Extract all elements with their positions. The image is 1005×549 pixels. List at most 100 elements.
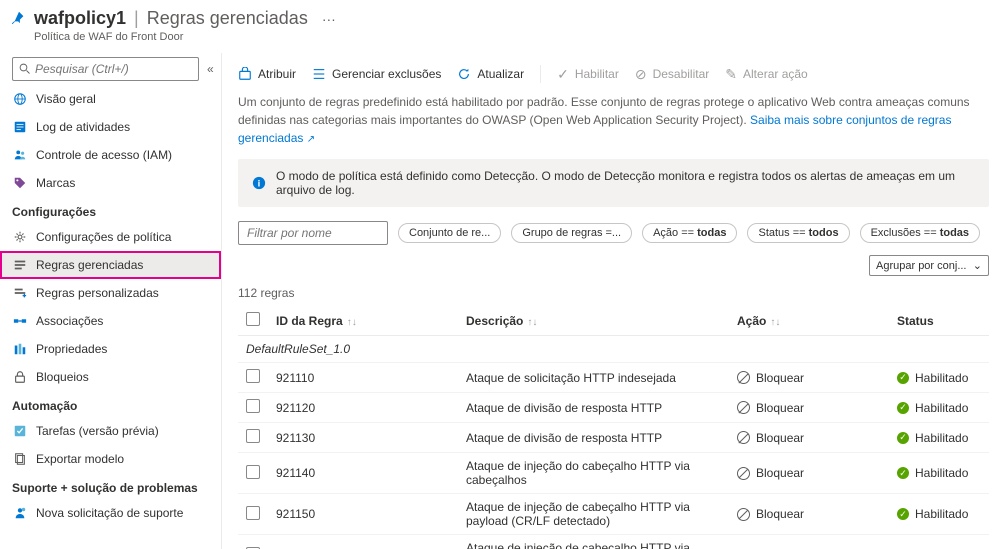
sidebar-item-label: Bloqueios (36, 370, 89, 384)
name-filter-input[interactable] (238, 221, 388, 245)
action-filter-pill[interactable]: Ação == todas (642, 223, 737, 243)
refresh-button[interactable]: Atualizar (457, 67, 524, 81)
sidebar-item[interactable]: Log de atividades (0, 113, 221, 141)
block-icon (737, 508, 750, 521)
status-label: Habilitado (915, 466, 968, 480)
collapse-sidebar-icon[interactable]: « (203, 58, 218, 80)
sidebar-item-label: Log de atividades (36, 120, 130, 134)
pin-icon[interactable] (12, 10, 26, 24)
block-icon (737, 467, 750, 480)
lock-icon (12, 369, 28, 385)
sort-icon: ↑↓ (527, 317, 537, 328)
block-icon (737, 371, 750, 384)
sidebar-item[interactable]: Tarefas (versão prévia) (0, 417, 221, 445)
sidebar-item-label: Visão geral (36, 92, 96, 106)
select-all-checkbox[interactable] (246, 312, 260, 326)
group-header-row[interactable]: DefaultRuleSet_1.0 (238, 336, 989, 363)
custom-icon (12, 285, 28, 301)
rules-icon (12, 257, 28, 273)
enabled-icon: ✓ (897, 467, 909, 479)
manage-exclusions-button[interactable]: Gerenciar exclusões (312, 67, 441, 81)
action-label: Bloquear (756, 371, 804, 385)
sidebar-item-label: Configurações de política (36, 230, 171, 244)
sidebar-item-label: Nova solicitação de suporte (36, 506, 183, 520)
assign-icon (238, 67, 252, 81)
toolbar: Atribuir Gerenciar exclusões Atualizar (238, 61, 989, 93)
status-label: Habilitado (915, 371, 968, 385)
sidebar-item[interactable]: Controle de acesso (IAM) (0, 141, 221, 169)
description-text: Um conjunto de regras predefinido está h… (238, 93, 989, 147)
table-row[interactable]: 921150Ataque de injeção de cabeçalho HTT… (238, 494, 989, 535)
enabled-icon: ✓ (897, 372, 909, 384)
props-icon (12, 341, 28, 357)
row-checkbox[interactable] (246, 429, 260, 443)
assign-button[interactable]: Atribuir (238, 67, 296, 81)
action-label: Bloquear (756, 507, 804, 521)
ruleset-filter-pill[interactable]: Conjunto de re... (398, 223, 501, 243)
rulegroup-filter-pill[interactable]: Grupo de regras =... (511, 223, 632, 243)
page-title: wafpolicy1 (34, 8, 126, 29)
sidebar-item[interactable]: Regras personalizadas (0, 279, 221, 307)
table-row[interactable]: 921120Ataque de divisão de resposta HTTP… (238, 393, 989, 423)
support-icon (12, 505, 28, 521)
search-icon (19, 63, 31, 75)
more-menu[interactable]: ··· (322, 11, 336, 27)
row-checkbox[interactable] (246, 465, 260, 479)
sidebar-item[interactable]: Visão geral (0, 85, 221, 113)
sidebar: « Visão geral Log de atividades Controle d… (0, 53, 222, 549)
assoc-icon (12, 313, 28, 329)
people-icon (12, 147, 28, 163)
sidebar-item-label: Exportar modelo (36, 452, 124, 466)
table-row[interactable]: 921160Ataque de injeção de cabeçalho HTT… (238, 535, 989, 549)
exclusions-filter-pill[interactable]: Exclusões == todas (860, 223, 980, 243)
rule-count: 112 regras (238, 286, 989, 300)
status-label: Habilitado (915, 401, 968, 415)
row-checkbox[interactable] (246, 506, 260, 520)
edit-icon: ✎ (725, 66, 737, 83)
group-by-select[interactable]: Agrupar por conj... ⌄ (869, 255, 989, 276)
rules-table: ID da Regra↑↓ Descrição↑↓ Ação↑↓ Status … (238, 306, 989, 549)
search-box[interactable] (12, 57, 199, 81)
gear-icon (12, 229, 28, 245)
sidebar-item-label: Associações (36, 314, 103, 328)
enabled-icon: ✓ (897, 402, 909, 414)
table-row[interactable]: 921130Ataque de divisão de resposta HTTP… (238, 423, 989, 453)
col-status[interactable]: Status (889, 306, 989, 336)
row-checkbox[interactable] (246, 369, 260, 383)
nav-heading: Configurações (0, 197, 221, 223)
export-icon (12, 451, 28, 467)
table-row[interactable]: 921110Ataque de solicitação HTTP indesej… (238, 363, 989, 393)
refresh-icon (457, 67, 471, 81)
enabled-icon: ✓ (897, 508, 909, 520)
page-subtitle: Regras gerenciadas (147, 8, 308, 29)
sidebar-item[interactable]: Exportar modelo (0, 445, 221, 473)
chevron-down-icon: ⌄ (973, 259, 982, 272)
col-id[interactable]: ID da Regra↑↓ (268, 306, 458, 336)
sort-icon: ↑↓ (347, 317, 357, 328)
sidebar-item[interactable]: Propriedades (0, 335, 221, 363)
block-icon: ⊘ (635, 66, 647, 83)
enabled-icon: ✓ (897, 432, 909, 444)
col-desc[interactable]: Descrição↑↓ (458, 306, 729, 336)
sidebar-item[interactable]: Marcas (0, 169, 221, 197)
action-label: Bloquear (756, 401, 804, 415)
sidebar-item[interactable]: Nova solicitação de suporte (0, 499, 221, 527)
sidebar-item-label: Regras gerenciadas (36, 258, 143, 272)
filters: Conjunto de re... Grupo de regras =... A… (238, 221, 989, 276)
info-box: i O modo de política está definido como … (238, 159, 989, 207)
row-checkbox[interactable] (246, 399, 260, 413)
sidebar-item[interactable]: Configurações de política (0, 223, 221, 251)
status-filter-pill[interactable]: Status == todos (747, 223, 849, 243)
search-input[interactable] (35, 62, 192, 76)
sidebar-item[interactable]: Bloqueios (0, 363, 221, 391)
sidebar-item-label: Regras personalizadas (36, 286, 159, 300)
sidebar-item-label: Propriedades (36, 342, 107, 356)
sidebar-item[interactable]: Associações (0, 307, 221, 335)
tags-icon (12, 175, 28, 191)
table-row[interactable]: 921140Ataque de injeção do cabeçalho HTT… (238, 453, 989, 494)
col-action[interactable]: Ação↑↓ (729, 306, 889, 336)
block-icon (737, 431, 750, 444)
sidebar-item[interactable]: Regras gerenciadas (0, 251, 221, 279)
check-icon: ✓ (557, 66, 569, 83)
tasks-icon (12, 423, 28, 439)
